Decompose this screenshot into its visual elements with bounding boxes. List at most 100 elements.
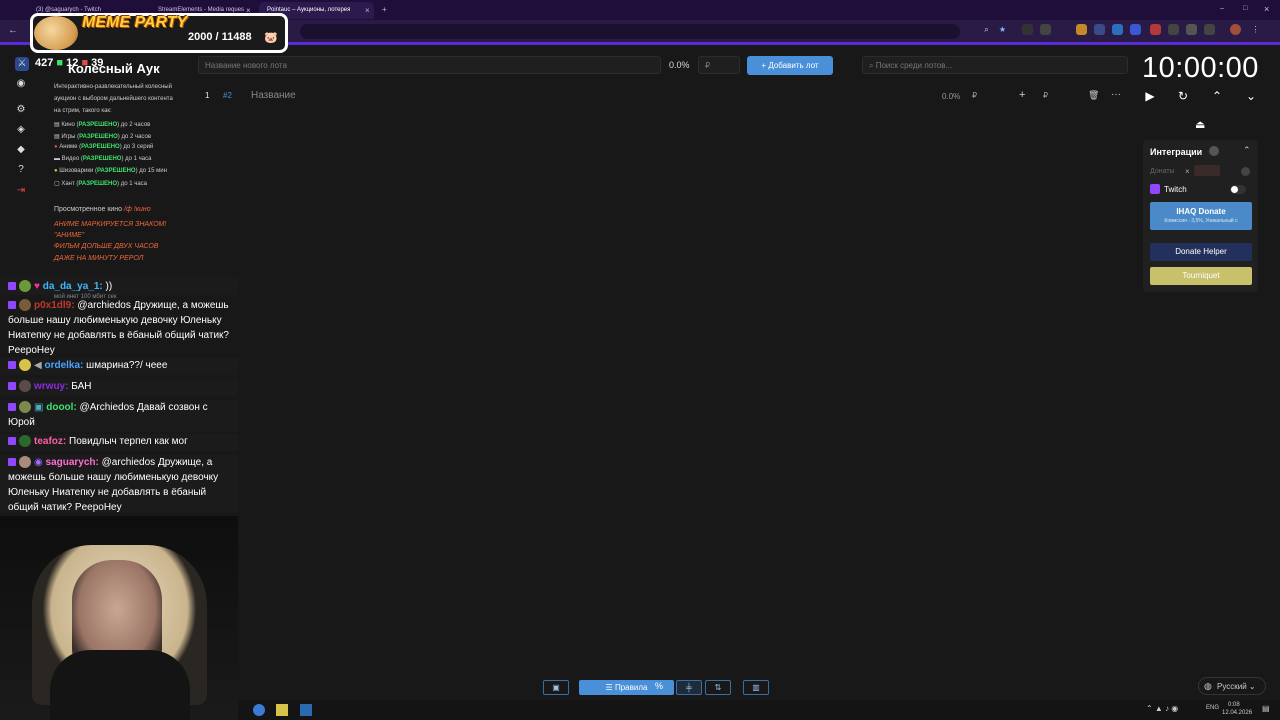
chat-text: Повидлыч терпел как мог [66, 436, 188, 447]
lot-more-button[interactable]: ··· [1111, 89, 1121, 100]
lot-search-input[interactable]: ⌕ Поиск среди лотов... [862, 56, 1128, 74]
extension-icon[interactable] [1040, 24, 1051, 35]
collapse-icon[interactable]: ⏏ [1195, 118, 1205, 131]
close-window-icon[interactable]: × [1264, 4, 1269, 14]
lot-add-amount-input[interactable]: ₽ [1043, 91, 1048, 100]
bookmark-star-icon[interactable]: ★ [997, 24, 1008, 35]
rules-intro: аукцион с выбором дальнейшего контента [54, 96, 173, 102]
tourniquet-button[interactable]: Tourniquet [1150, 267, 1252, 285]
new-tab-button[interactable]: + [382, 5, 387, 14]
timer-display: 10:00:00 [1142, 52, 1259, 84]
address-bar[interactable] [300, 24, 960, 39]
doge-avatar [34, 16, 78, 50]
rules-title: Колесный Аук [68, 61, 160, 76]
extension-icon[interactable] [1022, 24, 1033, 35]
viewer-count: 427 [35, 57, 54, 69]
extension-icon[interactable] [1094, 24, 1105, 35]
pig-icon: 🐷 [264, 32, 278, 44]
rule-item: ▤ Кино (РАЗРЕШЕНО) до 2 часов [54, 122, 151, 128]
extension-icon[interactable] [1076, 24, 1087, 35]
globe-icon: ◍ [1204, 681, 1212, 691]
help-icon[interactable]: ? [14, 163, 28, 177]
rule-item: ▢ Хант (РАЗРЕШЕНО) до 1 часа [54, 181, 148, 187]
chrome-icon[interactable]: ◉ [14, 77, 28, 91]
settings-gear-icon[interactable]: ⚙ [14, 103, 28, 117]
rules-warning: ФИЛЬМ ДОЛЬШЕ ДВУХ ЧАСОВ [54, 243, 159, 250]
steam-taskbar-icon[interactable] [300, 704, 312, 716]
chat-message: ◀ ordelka: шмарина??/ чеее [0, 358, 238, 375]
tray-date: 12.04.2026 [1222, 710, 1253, 716]
extension-icon[interactable] [1186, 24, 1197, 35]
avatar [19, 359, 31, 372]
notification-icon[interactable]: ▤ [1262, 704, 1270, 713]
avatar [19, 280, 31, 293]
menu-icon[interactable]: ⋮ [1250, 24, 1261, 35]
tray-language[interactable]: ENG [1206, 705, 1219, 711]
tray-icons[interactable]: ⌃ ▲ ♪ ◉ [1146, 704, 1178, 713]
rules-warning: "АНИМЕ" [54, 232, 85, 239]
extension-icon[interactable] [1168, 24, 1179, 35]
chat-username: ordelka: [44, 360, 84, 371]
trash-icon[interactable]: 🗑 [1088, 90, 1099, 101]
layers-icon[interactable]: ◈ [14, 123, 28, 137]
rules-intro: Интерактивно-развлекательный колесный [54, 84, 172, 90]
rule-item: ▤ Игры (РАЗРЕШЕНО) до 2 часов [54, 134, 152, 140]
donate-helper-button[interactable]: Donate Helper [1150, 243, 1252, 261]
integrations-toggle[interactable] [1209, 146, 1219, 156]
chat-username: wrwuy: [34, 381, 69, 392]
lot-name-input[interactable]: Название [251, 90, 296, 101]
extension-icon[interactable] [1112, 24, 1123, 35]
avatar [19, 401, 31, 414]
chat-username: saguarych: [45, 457, 99, 468]
heart-badge-icon: ♥ [34, 281, 40, 292]
minimize-icon[interactable]: – [1220, 5, 1224, 12]
reset-icon[interactable]: ↻ [1175, 88, 1191, 104]
back-icon[interactable]: ← [8, 25, 18, 36]
tray-time: 0:08 [1228, 702, 1240, 708]
close-icon[interactable]: × [365, 6, 370, 15]
screen: (3) @saguarych - Twitch StreamElements -… [0, 0, 1280, 720]
lot-add-button[interactable]: + [1019, 89, 1025, 101]
chat-username: p0x1dl9: [34, 300, 75, 311]
avatar [19, 435, 31, 448]
extensions-puzzle-icon[interactable] [1204, 24, 1215, 35]
lot-amount-input[interactable]: ₽ [972, 91, 977, 100]
rule-item: ▬ Видео (РАЗРЕШЕНО) до 1 часа [54, 156, 152, 162]
rule-item: ● Шизоварики (РАЗРЕШЕНО) до 15 мин [54, 168, 167, 174]
logout-icon[interactable]: ⇥ [14, 184, 28, 198]
sort-icon[interactable]: ⇅ [705, 680, 731, 695]
chat-message: teafoz: Повидлыч терпел как мог [0, 434, 238, 451]
chevron-up-icon[interactable]: ⌃ [1209, 88, 1225, 104]
shield-icon[interactable]: ◆ [14, 143, 28, 157]
chrome-taskbar-icon[interactable] [253, 704, 265, 716]
extension-icon[interactable] [1150, 24, 1161, 35]
zoom-icon[interactable]: ⌕ [981, 24, 992, 35]
delete-all-icon[interactable]: ▥ [743, 680, 769, 695]
chat-message: p0x1dl9: @archiedos Дружище, а можешь бо… [0, 298, 238, 356]
close-icon[interactable]: × [1185, 167, 1190, 176]
play-icon[interactable]: ▶ [1142, 88, 1158, 104]
profile-avatar[interactable] [1230, 24, 1241, 35]
twitch-toggle[interactable] [1230, 185, 1246, 194]
extension-icon[interactable] [1130, 24, 1141, 35]
split-icon[interactable]: ╪ [676, 680, 702, 695]
chevron-down-icon[interactable]: ⌄ [1243, 88, 1259, 104]
new-lot-amount-input[interactable]: ₽ [698, 56, 740, 74]
archive-icon[interactable]: ▣ [543, 680, 569, 695]
chat-message: ▣ doool: @Archiedos Давай созвон с Юрой [0, 400, 238, 432]
donations-toggle[interactable] [1241, 167, 1250, 176]
chat-text: шмарина??/ чеее [83, 360, 168, 371]
avatar [19, 380, 31, 393]
percent-icon[interactable]: % [655, 681, 663, 691]
chevron-up-icon[interactable]: ⌃ [1243, 145, 1251, 156]
new-lot-input[interactable]: Название нового лота [198, 56, 661, 74]
sub-badge-icon: ▣ [34, 402, 44, 413]
chat-username: da_da_ya_1: [42, 281, 103, 292]
add-lot-button[interactable]: + Добавить лот [747, 56, 833, 75]
app-logo-icon[interactable]: ⚔ [15, 57, 29, 71]
avatar [19, 299, 31, 312]
ihaq-donate-button[interactable]: IHAQ Donate Комиссия - 3,5%, Уникальный … [1150, 202, 1252, 230]
rules-intro: на стрим, такого как: [54, 108, 112, 114]
maximize-icon[interactable]: □ [1243, 5, 1247, 12]
folder-taskbar-icon[interactable] [276, 704, 288, 716]
